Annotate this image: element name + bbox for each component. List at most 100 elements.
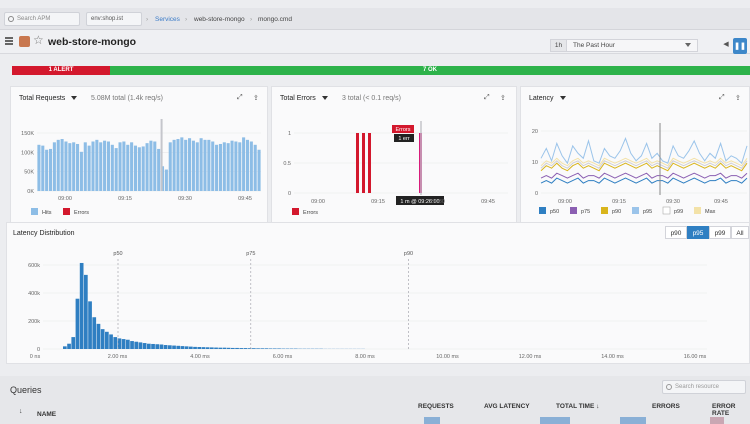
page-title: web-store-mongo bbox=[48, 36, 137, 48]
latency-title[interactable]: Latency bbox=[529, 95, 566, 102]
export-icon[interactable]: ⇪ bbox=[253, 94, 259, 102]
expand-icon[interactable]: ⤢ bbox=[719, 94, 725, 102]
expand-icon[interactable]: ⤢ bbox=[237, 94, 243, 102]
x-tick-label: 2.00 ms bbox=[108, 354, 128, 360]
queries-title: Queries bbox=[10, 385, 42, 395]
hits-bar bbox=[238, 142, 242, 191]
hits-bar bbox=[180, 137, 184, 191]
y-tick-label: 20 bbox=[532, 129, 538, 135]
distribution-bar bbox=[168, 345, 172, 349]
distribution-bar bbox=[252, 348, 256, 349]
menu-icon[interactable] bbox=[5, 37, 13, 45]
distribution-bar bbox=[163, 345, 168, 349]
y-tick-label: 0K bbox=[27, 189, 34, 195]
time-range-picker[interactable]: 1h The Past Hour bbox=[550, 39, 698, 52]
star-icon[interactable]: ☆ bbox=[33, 33, 44, 47]
hits-bar bbox=[191, 140, 195, 191]
hits-bar bbox=[199, 138, 203, 191]
distribution-bar bbox=[260, 348, 265, 349]
hits-bar bbox=[106, 141, 110, 191]
ok-status-bar[interactable]: 7 OK bbox=[110, 66, 750, 75]
latency-distribution-title: Latency Distribution bbox=[13, 230, 75, 237]
distribution-bar bbox=[84, 274, 88, 349]
total-requests-title[interactable]: Total Requests bbox=[19, 95, 78, 102]
resource-search-input[interactable]: Search resource bbox=[662, 380, 746, 394]
y-tick-label: 200k bbox=[28, 319, 40, 325]
expand-icon[interactable]: ⤢ bbox=[484, 94, 490, 102]
search-input[interactable]: Search APM bbox=[4, 12, 80, 26]
latency-panel: Latency ⤢ ⇪ 0 10 20 09:00 09:15 09:30 09:45 p50… bbox=[520, 86, 750, 224]
distribution-bar bbox=[71, 337, 76, 349]
hits-bar bbox=[249, 141, 253, 191]
previous-button[interactable]: ◀ bbox=[720, 40, 732, 53]
distribution-bar bbox=[184, 346, 189, 349]
x-tick-label: 09:45 bbox=[238, 196, 252, 202]
distribution-bar bbox=[189, 346, 193, 349]
sort-icon[interactable]: ↓ bbox=[19, 408, 23, 415]
distribution-bar bbox=[210, 347, 214, 349]
distribution-bar bbox=[205, 347, 210, 349]
total-errors-title[interactable]: Total Errors bbox=[280, 95, 328, 102]
export-icon[interactable]: ⇪ bbox=[735, 94, 741, 102]
y-tick-label: 100K bbox=[21, 150, 34, 156]
latency-line-p75 bbox=[540, 172, 748, 179]
total-errors-chart: 00.51Errors1 err1 m @ 09:26:0009:00 09:15… bbox=[283, 121, 508, 216]
column-error-rate[interactable]: ERROR RATE bbox=[712, 403, 750, 417]
legend-label: p90 bbox=[612, 209, 621, 215]
distribution-bar bbox=[180, 346, 185, 349]
time-range-label: The Past Hour bbox=[573, 42, 615, 49]
env-selector[interactable]: env:shop.ist bbox=[86, 12, 142, 26]
distribution-bar bbox=[109, 334, 113, 349]
x-tick-label: 12.00 ms bbox=[519, 354, 542, 360]
legend-label: p75 bbox=[581, 209, 590, 215]
column-name[interactable]: NAME bbox=[37, 411, 56, 418]
tooltip-title: Errors bbox=[396, 127, 411, 133]
distribution-bar bbox=[256, 348, 260, 349]
latency-line-p50 bbox=[540, 177, 748, 184]
chevron-down-icon bbox=[685, 43, 691, 47]
hits-bar bbox=[230, 140, 234, 191]
percentile-button-p95[interactable]: p95 bbox=[687, 226, 709, 239]
breadcrumb-separator: › bbox=[146, 16, 149, 23]
hits-bar bbox=[253, 144, 257, 191]
hits-bar bbox=[211, 141, 215, 191]
column-errors[interactable]: ERRORS bbox=[652, 403, 680, 410]
column-requests[interactable]: REQUESTS bbox=[418, 403, 454, 410]
y-tick-label: 0.5 bbox=[283, 161, 291, 167]
total-errors-summary: 3 total (< 0.1 req/s) bbox=[342, 95, 401, 102]
distribution-bar bbox=[130, 341, 134, 349]
hits-bar bbox=[64, 141, 68, 191]
distribution-bar bbox=[172, 345, 176, 349]
hits-bar bbox=[48, 148, 53, 191]
percentile-button-p90[interactable]: p90 bbox=[665, 226, 687, 239]
latency-distribution-panel: Latency Distribution 0 200k 400k 600k p50 p75… bbox=[6, 222, 750, 364]
export-icon[interactable]: ⇪ bbox=[500, 94, 506, 102]
breadcrumb-services[interactable]: Services bbox=[155, 16, 180, 23]
breadcrumb-service[interactable]: web-store-mongo bbox=[194, 16, 245, 23]
percentile-button-all[interactable]: All bbox=[731, 226, 749, 239]
legend-swatch bbox=[570, 207, 577, 214]
hits-bar bbox=[114, 148, 118, 191]
distribution-bar bbox=[67, 343, 71, 349]
hits-bar bbox=[245, 139, 250, 191]
legend-swatch bbox=[292, 208, 299, 215]
hits-bar bbox=[79, 151, 83, 191]
hits-bar bbox=[41, 145, 45, 191]
hits-bar bbox=[172, 139, 176, 191]
legend-label: Hits bbox=[42, 210, 52, 216]
distribution-bar bbox=[197, 347, 202, 349]
total-requests-chart: 0K 50K 100K 150K 09:00 09:15 09:30 09:45 Hits Err… bbox=[21, 119, 261, 216]
x-tick-label: 10.00 ms bbox=[436, 354, 459, 360]
distribution-bar bbox=[155, 344, 160, 349]
alert-status-bar[interactable]: 1 ALERT bbox=[12, 66, 110, 75]
error-rate-bar bbox=[710, 417, 724, 424]
distribution-bar bbox=[176, 345, 181, 349]
legend-swatch bbox=[694, 207, 701, 214]
pause-button[interactable]: ❚❚ bbox=[733, 38, 747, 54]
column-avg-latency[interactable]: AVG LATENCY bbox=[484, 403, 530, 410]
distribution-bar bbox=[201, 347, 206, 349]
hits-bar bbox=[168, 142, 172, 191]
column-total-time[interactable]: TOTAL TIME ↓ bbox=[556, 403, 599, 410]
percentile-button-p99[interactable]: p99 bbox=[709, 226, 731, 239]
distribution-bar bbox=[105, 331, 109, 349]
